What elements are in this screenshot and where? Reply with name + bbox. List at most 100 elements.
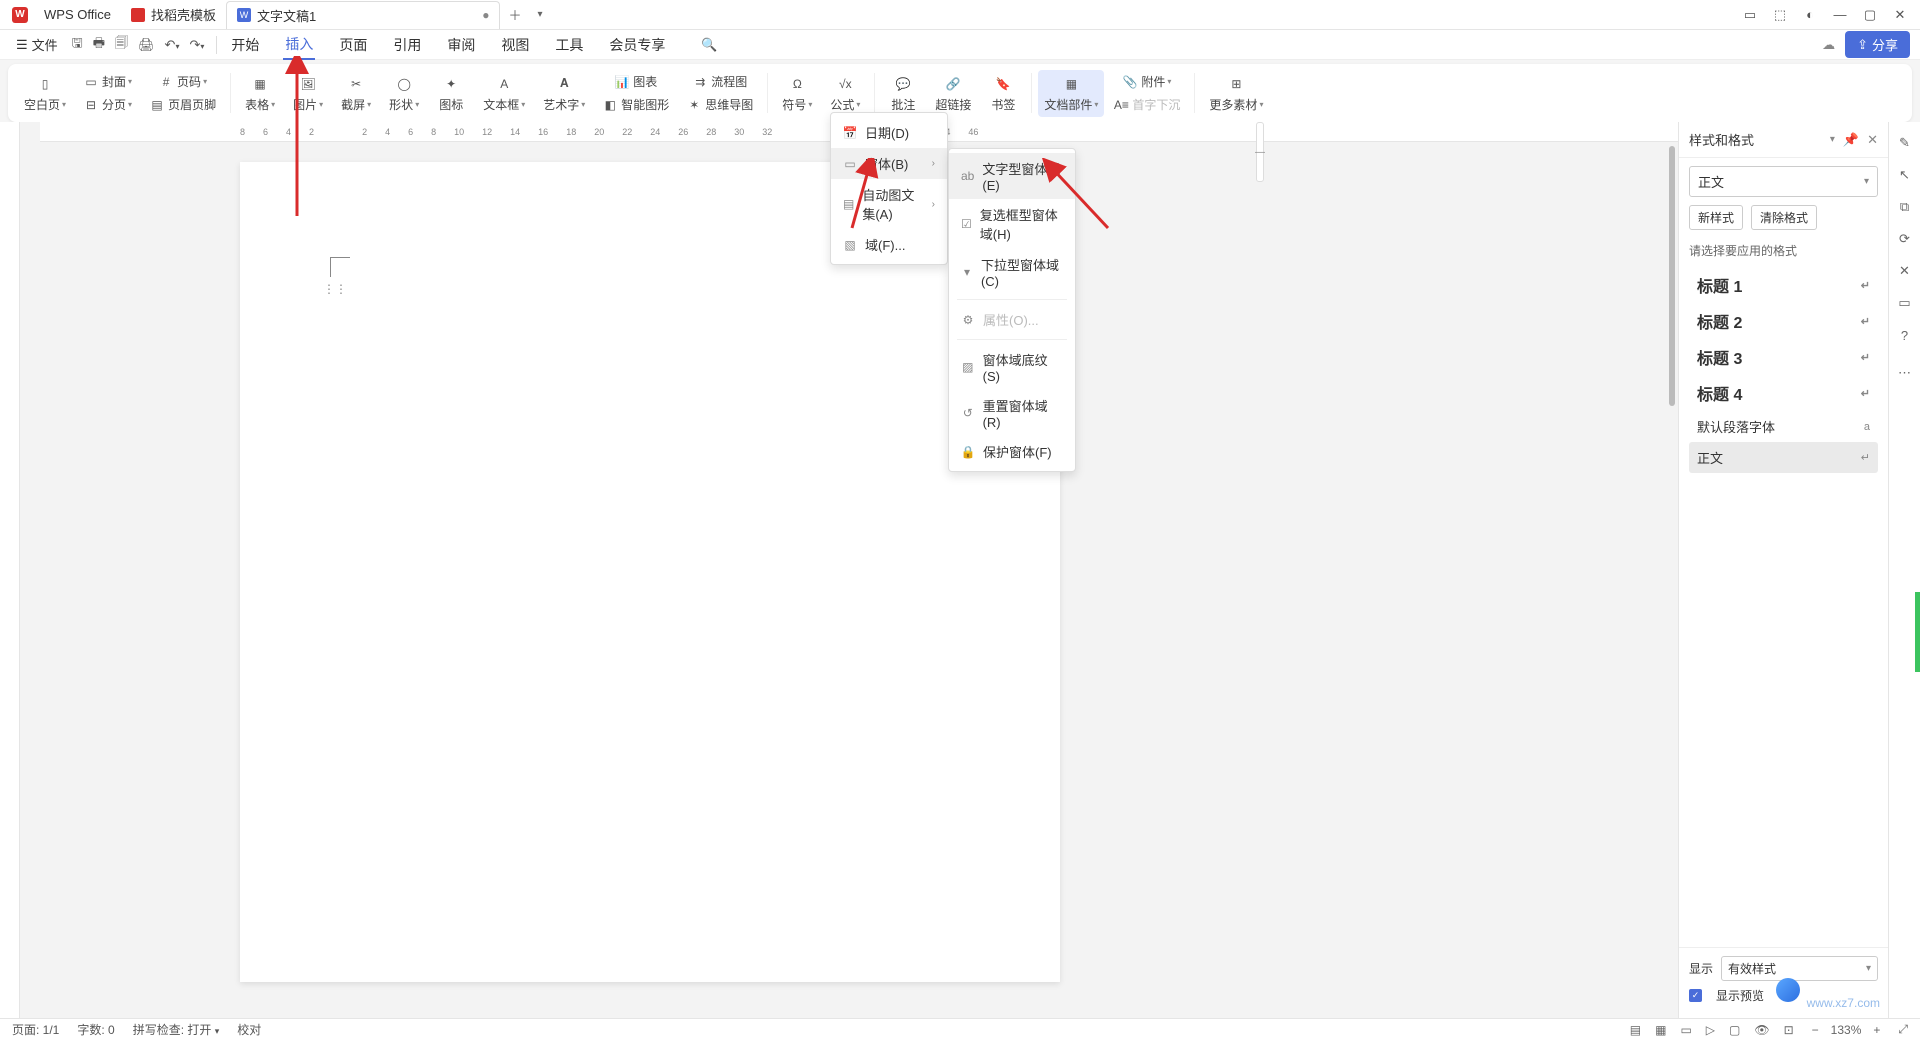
- close-panel-icon[interactable]: ✕: [1867, 132, 1878, 148]
- new-tab-dropdown[interactable]: ▾: [529, 9, 550, 20]
- rb-attachment[interactable]: 📎附件▾: [1106, 71, 1188, 92]
- tab-document[interactable]: W 文字文稿1 ●: [226, 1, 500, 29]
- undo-icon[interactable]: ↶▾: [165, 37, 180, 53]
- current-style-select[interactable]: 正文 ▾: [1689, 166, 1878, 197]
- fit-icon[interactable]: ⊡: [1784, 1023, 1794, 1037]
- select-icon[interactable]: ↖: [1896, 166, 1914, 184]
- rb-doc-parts[interactable]: ▦文档部件▾: [1038, 70, 1104, 117]
- help-icon[interactable]: ?: [1896, 326, 1914, 344]
- expand-icon[interactable]: ⤢: [1898, 1022, 1908, 1037]
- search-icon[interactable]: 🔍: [701, 37, 717, 53]
- rb-comment[interactable]: 💬批注: [881, 70, 925, 117]
- rb-bookmark[interactable]: 🔖书签: [981, 70, 1025, 117]
- panel-collapse-button[interactable]: —: [1256, 122, 1264, 182]
- zoom-level[interactable]: 133%: [1831, 1023, 1862, 1037]
- dd-shading[interactable]: ▨窗体域底纹(S): [949, 344, 1075, 390]
- dd-reset[interactable]: ↺重置窗体域(R): [949, 390, 1075, 436]
- rb-table[interactable]: ▦表格▾: [237, 70, 283, 117]
- tab-home[interactable]: WPS Office: [34, 1, 121, 29]
- status-proof[interactable]: 校对: [237, 1021, 261, 1038]
- read-view-icon[interactable]: ▷: [1706, 1023, 1715, 1037]
- rb-formula[interactable]: √x公式▾: [822, 70, 868, 117]
- minimize-button[interactable]: —: [1832, 7, 1848, 23]
- print-preview-icon[interactable]: 🗐: [115, 34, 128, 56]
- document-page[interactable]: ⋮⋮: [240, 162, 1060, 982]
- close-button[interactable]: ✕: [1892, 7, 1908, 23]
- print-direct-icon[interactable]: 🖨: [138, 37, 155, 53]
- user-avatar-icon[interactable]: ◐: [1802, 7, 1818, 23]
- rb-icon[interactable]: ✦图标: [429, 70, 473, 117]
- rb-resources[interactable]: ⊞更多素材▾: [1201, 70, 1271, 117]
- web-view-icon[interactable]: ▭: [1680, 1023, 1691, 1037]
- dd-dropdown-form[interactable]: ▾下拉型窗体域(C): [949, 249, 1075, 295]
- rb-header-footer[interactable]: ▤页眉页脚: [142, 94, 224, 115]
- style-heading1[interactable]: 标题 1↵: [1689, 267, 1878, 303]
- rb-shape[interactable]: ◯形状▾: [381, 70, 427, 117]
- style-heading3[interactable]: 标题 3↵: [1689, 339, 1878, 375]
- rb-screenshot[interactable]: ✂截屏▾: [333, 70, 379, 117]
- zoom-out-button[interactable]: −: [1808, 1023, 1823, 1037]
- menu-member[interactable]: 会员专享: [607, 31, 667, 59]
- print-layout-icon[interactable]: ▢: [1729, 1023, 1740, 1037]
- pin-icon[interactable]: 📌: [1843, 132, 1859, 148]
- rb-page-break[interactable]: ⊟分页▾: [76, 94, 140, 115]
- status-page[interactable]: 页面: 1/1: [12, 1021, 59, 1038]
- more-icon[interactable]: ⋯: [1896, 364, 1914, 382]
- page-view-icon[interactable]: ▦: [1655, 1023, 1666, 1037]
- tab-close-icon[interactable]: ●: [482, 8, 489, 22]
- book-icon[interactable]: ▭: [1896, 294, 1914, 312]
- rb-symbol[interactable]: Ω符号▾: [774, 70, 820, 117]
- menu-insert[interactable]: 插入: [283, 30, 315, 60]
- new-style-button[interactable]: 新样式: [1689, 205, 1743, 230]
- style-heading2[interactable]: 标题 2↵: [1689, 303, 1878, 339]
- menu-start[interactable]: 开始: [229, 31, 261, 59]
- reading-mode-icon[interactable]: ▭: [1742, 7, 1758, 23]
- cube-icon[interactable]: ⬚: [1772, 7, 1788, 23]
- rotate-icon[interactable]: ⟳: [1896, 230, 1914, 248]
- cloud-sync-icon[interactable]: ☁: [1822, 37, 1835, 53]
- scrollbar-thumb[interactable]: [1669, 146, 1675, 406]
- new-tab-button[interactable]: ＋: [500, 5, 529, 24]
- menu-view[interactable]: 视图: [499, 31, 531, 59]
- pencil-icon[interactable]: ✎: [1896, 134, 1914, 152]
- layers-icon[interactable]: ⧉: [1896, 198, 1914, 216]
- dd-date[interactable]: 📅日期(D): [831, 117, 947, 148]
- share-button[interactable]: ⇪ 分享: [1845, 31, 1910, 58]
- status-words[interactable]: 字数: 0: [77, 1021, 114, 1038]
- eye-icon[interactable]: 👁: [1754, 1023, 1769, 1037]
- tools-icon[interactable]: ✕: [1896, 262, 1914, 280]
- style-filter-select[interactable]: 有效样式 ▾: [1721, 956, 1878, 981]
- vertical-ruler[interactable]: [0, 122, 20, 1018]
- rb-hyperlink[interactable]: 🔗超链接: [927, 70, 979, 117]
- redo-icon[interactable]: ↷▾: [189, 37, 204, 53]
- menu-reference[interactable]: 引用: [391, 31, 423, 59]
- menu-page[interactable]: 页面: [337, 31, 369, 59]
- scrollbar-vertical[interactable]: [1666, 142, 1678, 978]
- print-icon[interactable]: 🖶: [93, 34, 105, 56]
- rb-cover[interactable]: ▭封面▾: [76, 71, 140, 92]
- dd-protect[interactable]: 🔒保护窗体(F): [949, 436, 1075, 467]
- rb-chart[interactable]: 📊图表: [595, 71, 677, 92]
- style-heading4[interactable]: 标题 4↵: [1689, 375, 1878, 411]
- rb-blank-page[interactable]: ▯空白页▾: [16, 70, 74, 117]
- maximize-button[interactable]: ▢: [1862, 7, 1878, 23]
- rb-wordart[interactable]: 𝐀艺术字▾: [535, 70, 593, 117]
- menu-review[interactable]: 审阅: [445, 31, 477, 59]
- drag-handle-icon[interactable]: ⋮⋮: [323, 282, 347, 296]
- rb-textbox[interactable]: A文本框▾: [475, 70, 533, 117]
- status-spell[interactable]: 拼写检查: 打开 ▾: [133, 1021, 220, 1038]
- clear-format-button[interactable]: 清除格式: [1751, 205, 1817, 230]
- menu-tools[interactable]: 工具: [553, 31, 585, 59]
- style-default-font[interactable]: 默认段落字体a: [1689, 411, 1878, 442]
- file-menu-button[interactable]: ☰ 文件: [10, 31, 64, 58]
- zoom-in-button[interactable]: +: [1869, 1023, 1884, 1037]
- tab-templates[interactable]: 找稻壳模板: [121, 1, 226, 29]
- rb-page-number[interactable]: #页码▾: [142, 71, 224, 92]
- outline-view-icon[interactable]: ▤: [1630, 1023, 1641, 1037]
- style-body[interactable]: 正文↵: [1689, 442, 1878, 473]
- rb-flowchart[interactable]: ⇉流程图: [679, 71, 761, 92]
- rb-smart-graphic[interactable]: ◧智能图形: [595, 94, 677, 115]
- preview-checkbox[interactable]: ✓: [1689, 989, 1702, 1002]
- save-icon[interactable]: 🖫: [72, 34, 83, 56]
- rb-mindmap[interactable]: ✶思维导图: [679, 94, 761, 115]
